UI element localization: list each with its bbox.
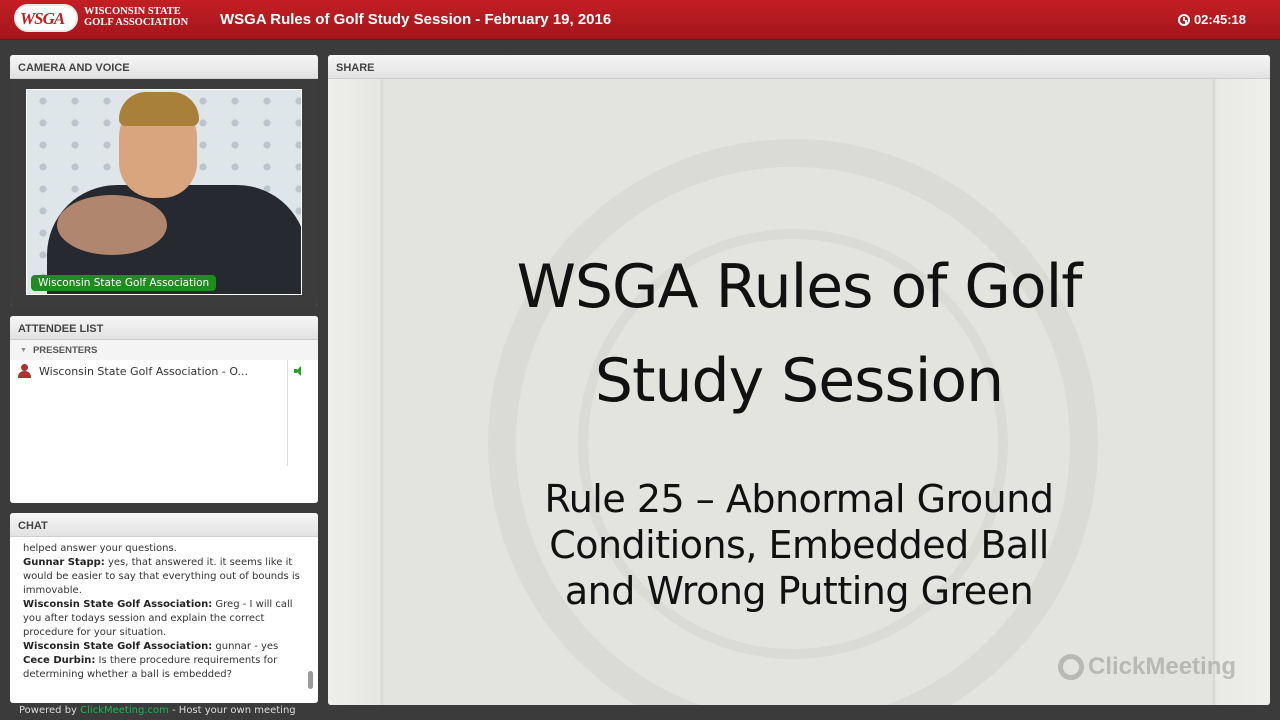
attendee-row[interactable]: Wisconsin State Golf Association - O... (10, 360, 318, 382)
presenters-group-label: PRESENTERS (32, 344, 98, 356)
presenters-group[interactable]: ▼ PRESENTERS (10, 340, 318, 360)
shared-slide: WSGA Rules of Golf Study Session Rule 25… (328, 79, 1270, 705)
chat-message: helped answer your questions. (23, 543, 177, 554)
chat-message: Wisconsin State Golf Association: gunnar… (23, 641, 279, 652)
session-title: WSGA Rules of Golf Study Session - Febru… (220, 11, 612, 28)
user-icon (18, 364, 31, 378)
presenter-video[interactable]: Wisconsin State Golf Association (26, 89, 302, 295)
chat-heading: CHAT (10, 513, 318, 537)
clock-icon (1177, 13, 1190, 26)
chat-message: Cece Durbin: Is there procedure requirem… (23, 655, 278, 680)
collapse-triangle-icon[interactable]: ▼ (20, 347, 27, 354)
share-panel: SHARE WSGA Rules of Golf Study Session R… (328, 55, 1270, 705)
chat-message: Wisconsin State Golf Association: Greg -… (23, 599, 293, 638)
clickmeeting-link[interactable]: ClickMeeting.com (80, 705, 169, 716)
chat-scrollbar[interactable] (308, 671, 313, 689)
presenter-hand (57, 195, 167, 255)
column-divider (287, 360, 288, 466)
app-header: WSGA Wisconsin State Golf Association WS… (0, 0, 1280, 40)
wsga-logo: WSGA Wisconsin State Golf Association (14, 4, 196, 34)
presenter-hair (119, 92, 199, 126)
slide-title: WSGA Rules of Golf Study Session (516, 252, 1083, 416)
timer-value: 02:45:18 (1193, 12, 1246, 27)
chat-message: Gunnar Stapp: yes, that answered it. it … (23, 557, 300, 596)
camera-panel: CAMERA AND VOICE Wisconsin State Golf As… (10, 55, 318, 306)
logo-mark: WSGA (14, 4, 78, 32)
attendee-name: Wisconsin State Golf Association - O... (39, 364, 249, 378)
slide-subtitle: Rule 25 – Abnormal Ground Conditions, Em… (544, 477, 1054, 613)
share-heading: SHARE (328, 55, 1270, 79)
session-timer: 02:45:18 (1177, 12, 1246, 27)
attendee-list-panel: ATTENDEE LIST ▼ PRESENTERS Wisconsin Sta… (10, 316, 318, 503)
clickmeeting-logo-icon (1058, 654, 1084, 680)
chat-panel: CHAT helped answer your questions. Gunna… (10, 513, 318, 703)
chat-messages[interactable]: helped answer your questions. Gunnar Sta… (10, 537, 318, 703)
logo-text: Wisconsin State Golf Association (84, 6, 189, 28)
camera-panel-heading: CAMERA AND VOICE (10, 55, 318, 79)
clickmeeting-watermark: ClickMeeting (1058, 653, 1236, 681)
speaker-icon (294, 366, 302, 376)
presenter-name-tag: Wisconsin State Golf Association (31, 275, 217, 291)
attendee-list-heading: ATTENDEE LIST (10, 316, 318, 340)
footer: Powered by ClickMeeting.com - Host your … (19, 705, 296, 716)
camera-area: Wisconsin State Golf Association (10, 79, 318, 306)
